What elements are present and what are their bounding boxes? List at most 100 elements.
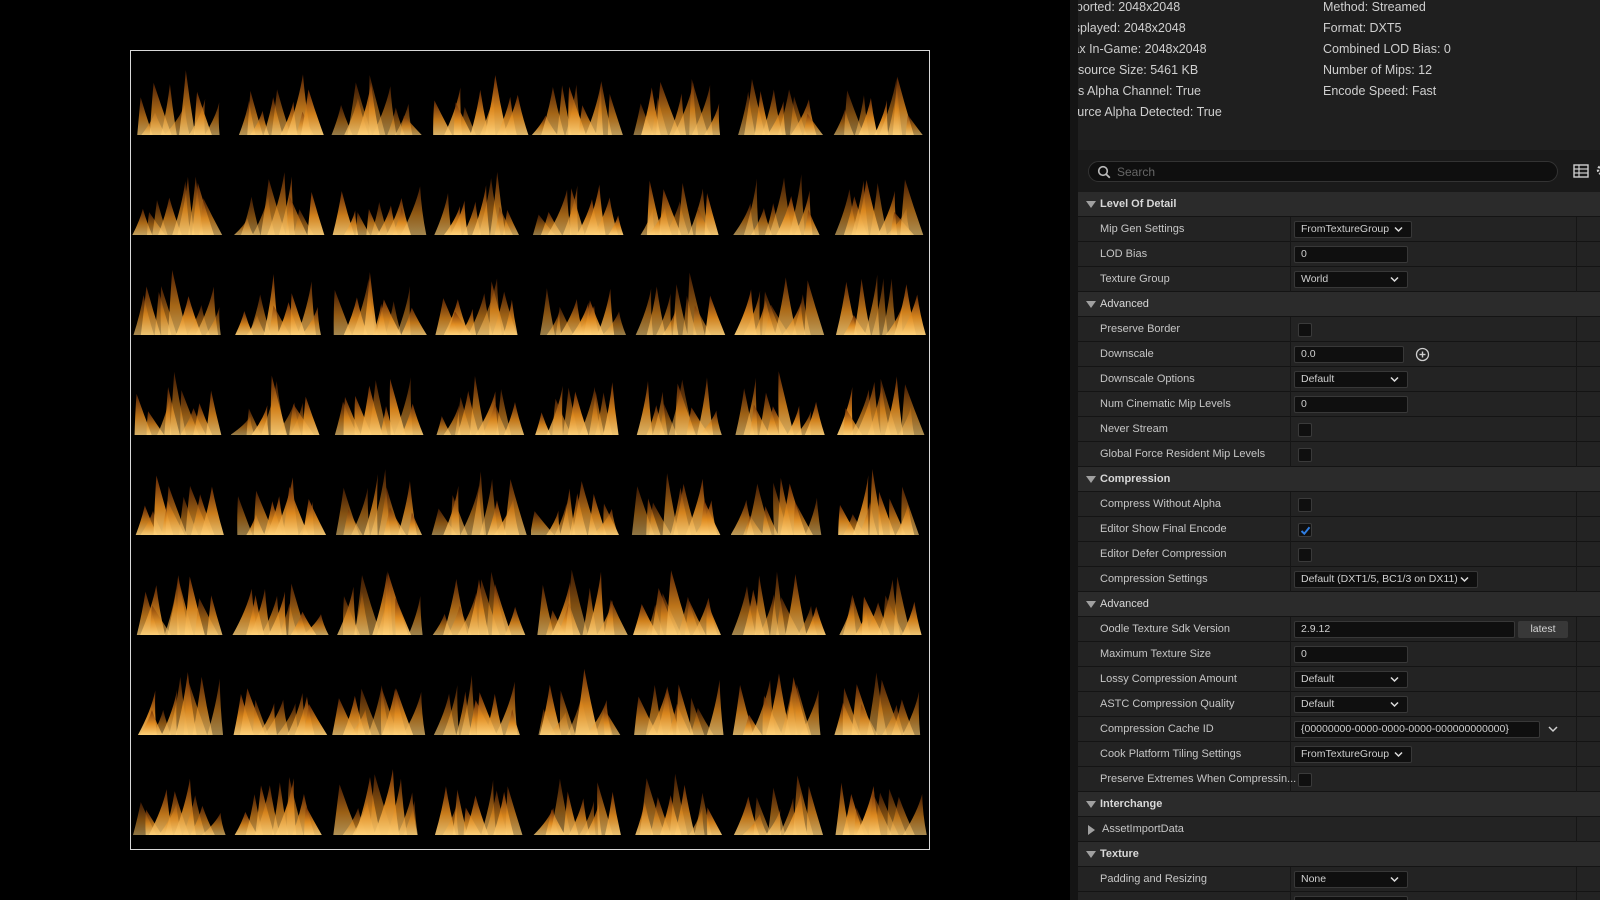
flame-frame: [831, 51, 931, 151]
collapse-caret-icon[interactable]: [1086, 476, 1096, 484]
flame-frame: [731, 351, 831, 451]
texture-viewport[interactable]: [0, 0, 1070, 900]
compress-without-alpha-checkbox[interactable]: [1298, 498, 1312, 512]
add-icon[interactable]: [1415, 347, 1430, 362]
dropdown-value: FromTextureGroup: [1301, 223, 1390, 235]
flame-frame: [831, 251, 931, 351]
compression-settings-dropdown[interactable]: Default (DXT1/5, BC1/3 on DX11): [1294, 571, 1478, 588]
row-maximum-texture-size: Maximum Texture Size 0: [1078, 642, 1600, 667]
expand-caret-icon[interactable]: [1088, 825, 1096, 835]
settings-icon[interactable]: [1594, 162, 1600, 178]
category-lod-advanced[interactable]: Advanced: [1078, 292, 1600, 317]
row-cook-platform-tiling: Cook Platform Tiling Settings FromTextur…: [1078, 742, 1600, 767]
property-label: Global Force Resident Mip Levels: [1100, 448, 1266, 460]
flipbook-texture-preview: [130, 50, 930, 850]
preserve-extremes-checkbox[interactable]: [1298, 773, 1312, 787]
preserve-border-checkbox[interactable]: [1298, 323, 1312, 337]
flame-frame: [531, 551, 631, 651]
texture-group-dropdown[interactable]: World: [1294, 271, 1408, 288]
flame-frame: [331, 251, 431, 351]
info-has-alpha: Has Alpha Channel: True: [1078, 84, 1201, 98]
property-label: Maximum Texture Size: [1100, 648, 1212, 660]
collapse-caret-icon[interactable]: [1086, 601, 1096, 609]
search-box[interactable]: [1088, 161, 1558, 182]
oodle-sdk-version-input[interactable]: 2.9.12: [1294, 621, 1515, 638]
category-title: Texture: [1100, 848, 1139, 860]
row-never-stream: Never Stream: [1078, 417, 1600, 442]
lod-bias-input[interactable]: 0: [1294, 246, 1408, 263]
flame-frame: [431, 551, 531, 651]
row-compress-without-alpha: Compress Without Alpha: [1078, 492, 1600, 517]
row-compression-cache-id: Compression Cache ID {00000000-0000-0000…: [1078, 717, 1600, 742]
row-asset-import-data[interactable]: AssetImportData: [1078, 817, 1600, 842]
collapse-caret-icon[interactable]: [1086, 301, 1096, 309]
flame-frame: [531, 651, 631, 751]
chevron-down-icon[interactable]: [1548, 725, 1558, 733]
property-label: LOD Bias: [1100, 248, 1148, 260]
property-label: Downscale: [1100, 348, 1154, 360]
compression-cache-id-input[interactable]: {00000000-0000-0000-0000-000000000000}: [1294, 721, 1540, 738]
flame-frame: [331, 651, 431, 751]
property-label: Preserve Extremes When Compressin...: [1100, 773, 1297, 785]
flame-frame: [631, 51, 731, 151]
row-lod-bias: LOD Bias 0: [1078, 242, 1600, 267]
flame-frame: [131, 151, 231, 251]
astc-compression-quality-dropdown[interactable]: Default: [1294, 696, 1408, 713]
dropdown-value: Default: [1301, 373, 1335, 385]
flame-frame: [331, 551, 431, 651]
editor-defer-compression-checkbox[interactable]: [1298, 548, 1312, 562]
padding-and-resizing-dropdown[interactable]: None: [1294, 871, 1408, 888]
info-max-ingame: Max In-Game: 2048x2048: [1078, 42, 1207, 56]
category-compression-advanced[interactable]: Advanced: [1078, 592, 1600, 617]
row-preserve-extremes: Preserve Extremes When Compressin...: [1078, 767, 1600, 792]
row-downscale-options: Downscale Options Default: [1078, 367, 1600, 392]
category-title: Compression: [1100, 473, 1171, 485]
flame-frame: [831, 551, 931, 651]
panel-splitter[interactable]: [1070, 0, 1078, 900]
grid-view-icon[interactable]: [1573, 163, 1589, 179]
chevron-down-icon: [1390, 701, 1399, 708]
flame-frame: [631, 751, 731, 851]
editor-show-final-encode-checkbox[interactable]: [1298, 523, 1312, 537]
collapse-caret-icon[interactable]: [1086, 201, 1096, 209]
num-cinematic-mip-levels-input[interactable]: 0: [1294, 396, 1408, 413]
property-label: Oodle Texture Sdk Version: [1100, 623, 1231, 635]
downscale-options-dropdown[interactable]: Default: [1294, 371, 1408, 388]
collapse-caret-icon[interactable]: [1086, 801, 1096, 809]
checkmark-icon: [1300, 526, 1311, 536]
category-texture[interactable]: Texture: [1078, 842, 1600, 867]
flame-frame: [231, 751, 331, 851]
row-oodle-sdk-version: Oodle Texture Sdk Version 2.9.12 latest: [1078, 617, 1600, 642]
flame-frame: [731, 551, 831, 651]
info-encode-speed: Encode Speed: Fast: [1323, 84, 1437, 98]
dropdown-value: Default: [1301, 673, 1335, 685]
flame-frame: [831, 451, 931, 551]
search-input[interactable]: [1117, 163, 1547, 180]
maximum-texture-size-input[interactable]: 0: [1294, 646, 1408, 663]
row-global-force-resident: Global Force Resident Mip Levels: [1078, 442, 1600, 467]
category-interchange[interactable]: Interchange: [1078, 792, 1600, 817]
mip-gen-settings-dropdown[interactable]: FromTextureGroup: [1294, 221, 1412, 238]
never-stream-checkbox[interactable]: [1298, 423, 1312, 437]
partial-value-box[interactable]: [1294, 896, 1408, 900]
property-label: Never Stream: [1100, 423, 1168, 435]
category-compression[interactable]: Compression: [1078, 467, 1600, 492]
row-downscale: Downscale 0.0: [1078, 342, 1600, 367]
property-label: Compression Settings: [1100, 573, 1208, 585]
property-label: Cook Platform Tiling Settings: [1100, 748, 1242, 760]
flame-frame: [231, 351, 331, 451]
flame-frame: [431, 251, 531, 351]
collapse-caret-icon[interactable]: [1086, 851, 1096, 859]
flame-frame: [831, 651, 931, 751]
category-level-of-detail[interactable]: Level Of Detail: [1078, 192, 1600, 217]
flame-frame: [231, 51, 331, 151]
flame-frame: [231, 151, 331, 251]
cook-platform-tiling-dropdown[interactable]: FromTextureGroup: [1294, 746, 1412, 763]
latest-button[interactable]: latest: [1518, 621, 1568, 638]
property-label: ASTC Compression Quality: [1100, 698, 1235, 710]
global-force-resident-checkbox[interactable]: [1298, 448, 1312, 462]
downscale-input[interactable]: 0.0: [1294, 346, 1404, 363]
flame-frame: [231, 651, 331, 751]
flame-frame: [531, 51, 631, 151]
lossy-compression-amount-dropdown[interactable]: Default: [1294, 671, 1408, 688]
